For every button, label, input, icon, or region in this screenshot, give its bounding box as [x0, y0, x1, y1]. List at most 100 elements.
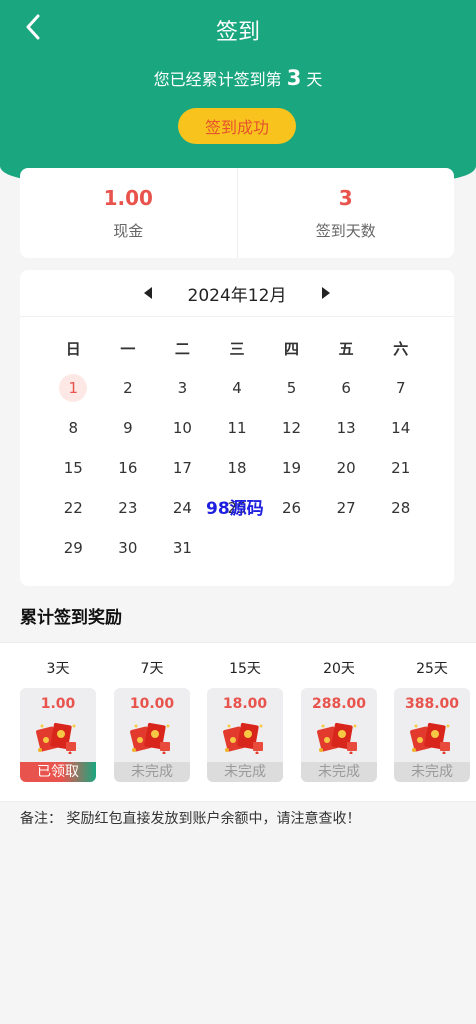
calendar-day[interactable]: 31	[155, 528, 210, 568]
calendar-day[interactable]: 12	[264, 408, 319, 448]
reward-amount: 10.00	[129, 696, 175, 712]
reward-amount: 388.00	[404, 696, 460, 712]
rewards-title: 累计签到奖励	[20, 608, 122, 628]
calendar-day-number: 1	[59, 374, 88, 402]
calendar-day-number: 19	[282, 459, 302, 477]
prev-month-icon[interactable]	[143, 287, 152, 299]
red-envelope-icon	[130, 722, 170, 754]
calendar-day[interactable]: 21	[373, 448, 428, 488]
calendar-day[interactable]: 4	[210, 368, 265, 408]
reward-item[interactable]: 3天 1.00 已领取	[20, 658, 96, 782]
calendar-day[interactable]: 3	[155, 368, 210, 408]
calendar-day-number: 29	[63, 539, 83, 557]
calendar-day[interactable]: 15	[46, 448, 101, 488]
calendar-day-number: 20	[336, 459, 356, 477]
calendar-day[interactable]: 6	[319, 368, 374, 408]
calendar-day-number: 8	[68, 419, 79, 437]
reward-status: 未完成	[394, 762, 470, 782]
calendar-day[interactable]: 20	[319, 448, 374, 488]
reward-day-label: 15天	[229, 661, 261, 677]
calendar-day[interactable]: 22	[46, 488, 101, 528]
stat-checkin-days: 3 签到天数	[236, 168, 455, 258]
stat-checkin-days-label: 签到天数	[315, 221, 376, 240]
stat-cash-label: 现金	[113, 221, 144, 240]
reward-status: 未完成	[207, 762, 283, 782]
calendar-day-number: 9	[123, 419, 133, 437]
reward-status: 未完成	[301, 762, 377, 782]
calendar: 2024年12月 日一二三四五六 1 2 3 4 5 6 7 8 9 10 11 12 13 14 15 16 1…	[20, 270, 454, 586]
calendar-day[interactable]: 16	[101, 448, 156, 488]
calendar-day[interactable]: 7	[373, 368, 428, 408]
calendar-day-number: 12	[282, 419, 302, 437]
calendar-day-number: 17	[172, 459, 192, 477]
stat-checkin-days-value: 3	[338, 185, 353, 210]
calendar-day[interactable]: 24	[155, 488, 210, 528]
calendar-day[interactable]: 29	[46, 528, 101, 568]
watermark: 98源码	[206, 499, 264, 519]
calendar-day-number: 26	[282, 499, 302, 517]
calendar-day[interactable]: 10	[155, 408, 210, 448]
reward-card: 18.00 未完成	[207, 688, 283, 782]
summary-prefix: 您已经累计签到第	[153, 70, 282, 89]
reward-item[interactable]: 25天 388.00 未完成	[394, 658, 470, 782]
checkin-button[interactable]: 签到成功	[178, 108, 296, 144]
red-envelope-icon	[317, 722, 357, 754]
calendar-day-number: 27	[336, 499, 356, 517]
red-envelope-icon	[36, 722, 76, 754]
calendar-day-number: 6	[341, 379, 351, 397]
calendar-day-number: 18	[227, 459, 247, 477]
calendar-header: 2024年12月	[20, 270, 454, 317]
calendar-day[interactable]: 17	[155, 448, 210, 488]
calendar-day[interactable]: 18	[210, 448, 265, 488]
reward-item[interactable]: 20天 288.00 未完成	[301, 658, 377, 782]
calendar-day-number: 24	[172, 499, 192, 517]
calendar-day[interactable]: 8	[46, 408, 101, 448]
calendar-day-number: 2	[123, 379, 133, 397]
weekday-header: 四	[284, 339, 300, 358]
reward-card: 10.00 未完成	[114, 688, 190, 782]
calendar-day[interactable]: 13	[319, 408, 374, 448]
reward-item[interactable]: 15天 18.00 未完成	[207, 658, 283, 782]
calendar-day-number: 4	[232, 379, 242, 397]
calendar-day[interactable]: 30	[101, 528, 156, 568]
reward-card: 288.00 未完成	[301, 688, 377, 782]
next-month-icon[interactable]	[322, 287, 331, 299]
calendar-day[interactable]: 26	[264, 488, 319, 528]
weekday-header: 五	[338, 339, 354, 358]
stats-card: 1.00 现金 3 签到天数	[20, 168, 454, 258]
calendar-day-number: 21	[391, 459, 411, 477]
calendar-day[interactable]: 23	[101, 488, 156, 528]
weekday-header: 日	[65, 339, 81, 358]
reward-card: 1.00 已领取	[20, 688, 96, 782]
calendar-day-checked[interactable]: 1	[46, 368, 101, 408]
reward-amount: 288.00	[311, 696, 367, 712]
page-title: 签到	[215, 20, 260, 45]
calendar-day[interactable]: 19	[264, 448, 319, 488]
calendar-day[interactable]: 2	[101, 368, 156, 408]
summary-days: 3	[286, 66, 302, 90]
weekday-header: 二	[174, 339, 190, 358]
red-envelope-icon	[410, 722, 450, 754]
calendar-day-number: 15	[63, 459, 83, 477]
calendar-grid: 日一二三四五六 1 2 3 4 5 6 7 8 9 10 11 12 13 14 15 16 17 18 19 20 21…	[46, 328, 428, 568]
reward-day-label: 3天	[46, 661, 70, 677]
calendar-day[interactable]: 5	[264, 368, 319, 408]
calendar-day-number: 14	[391, 419, 411, 437]
calendar-day[interactable]: 14	[373, 408, 428, 448]
calendar-day[interactable]: 11	[210, 408, 265, 448]
calendar-day-number: 22	[63, 499, 83, 517]
stat-cash-value: 1.00	[103, 185, 153, 210]
red-envelope-icon	[223, 722, 263, 754]
calendar-day-number: 7	[395, 379, 406, 397]
reward-amount: 18.00	[222, 696, 268, 712]
calendar-day-number: 30	[118, 539, 138, 557]
reward-item[interactable]: 7天 10.00 未完成	[114, 658, 190, 782]
calendar-day[interactable]: 27	[319, 488, 374, 528]
reward-day-label: 20天	[323, 661, 355, 677]
reward-card: 388.00 未完成	[394, 688, 470, 782]
calendar-day[interactable]: 9	[101, 408, 156, 448]
reward-amount: 1.00	[40, 696, 76, 712]
calendar-day[interactable]: 28	[373, 488, 428, 528]
calendar-day-number: 16	[118, 459, 138, 477]
calendar-day-number: 31	[172, 539, 192, 557]
